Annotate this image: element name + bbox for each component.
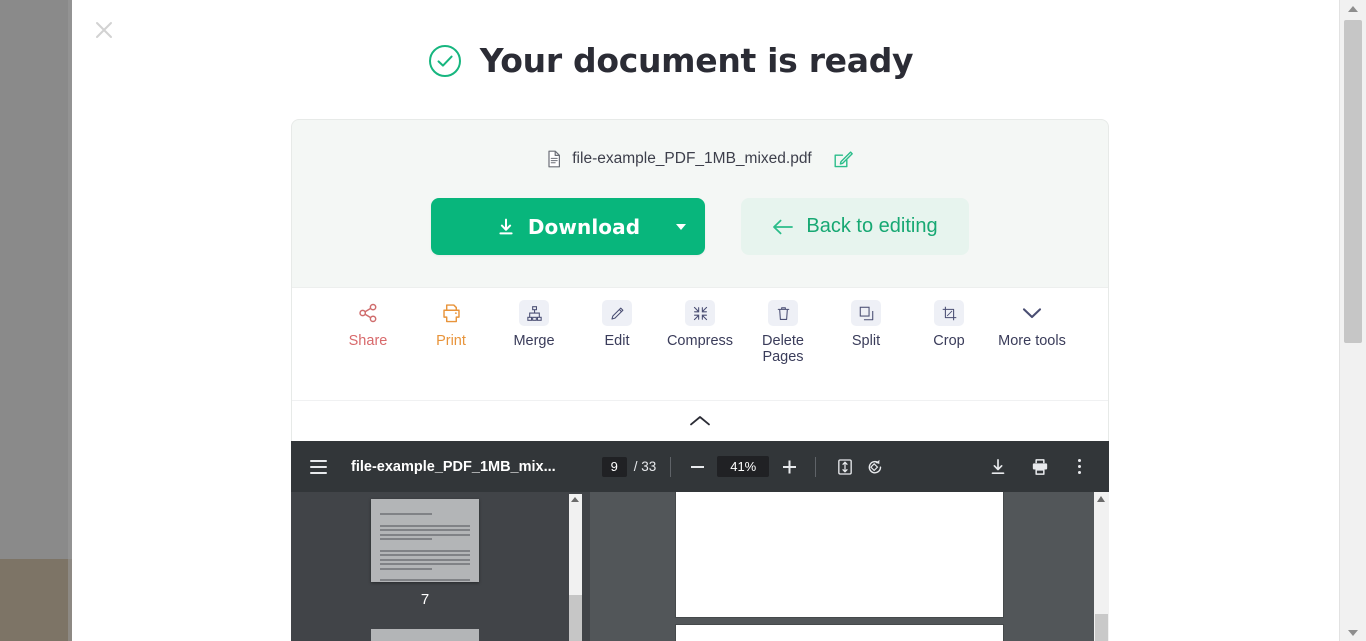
scroll-up-button[interactable] [1340,0,1366,17]
printer-icon[interactable] [1025,452,1055,482]
tool-delete-pages-label: Delete Pages [742,333,825,365]
tool-merge-label: Merge [513,333,554,349]
zoom-level-input[interactable]: 41% [717,456,769,477]
page-total-label: / 33 [634,459,657,474]
file-name-label: file-example_PDF_1MB_mixed.pdf [572,150,812,168]
thumbnail-text-lines [380,513,470,582]
tool-more-tools-label: More tools [998,333,1066,349]
hamburger-menu-icon[interactable] [303,452,333,482]
tool-edit[interactable]: Edit [576,300,659,349]
rotate-icon[interactable] [860,452,890,482]
trash-icon [768,300,798,326]
scroll-up-icon [571,497,579,502]
background-left-panel [0,0,72,559]
download-icon[interactable] [983,452,1013,482]
scroll-down-icon [1348,630,1358,636]
crop-icon [934,300,964,326]
pdf-toolbar: file-example_PDF_1MB_mix... 9 / 33 41% [291,441,1109,492]
pdf-toolbar-right [983,452,1091,482]
pdf-body: 7 [291,492,1109,641]
merge-icon [519,300,549,326]
tool-print[interactable]: Print [410,300,493,349]
download-button[interactable]: Download [431,198,705,255]
tools-row: Share Print [292,287,1108,400]
fit-page-icon[interactable] [830,452,860,482]
close-icon [93,19,115,41]
tool-merge[interactable]: Merge [493,300,576,349]
pdf-page-pane [590,492,1109,641]
scroll-up-icon [1097,496,1105,502]
toolbar-divider [670,457,671,477]
pencil-edit-icon[interactable] [832,148,854,170]
background-left-tan-block [0,559,72,641]
app-root: Your document is ready file-example_PDF_… [0,0,1366,641]
back-to-editing-label: Back to editing [806,215,937,238]
chevron-up-icon [687,414,713,433]
kebab-menu-icon[interactable] [1067,455,1091,479]
back-to-editing-button[interactable]: Back to editing [741,198,969,255]
arrow-left-icon [772,218,794,236]
primary-actions-row: Download Back to editing [292,198,1108,287]
thumbnail-scrollbar[interactable] [569,494,582,641]
browser-scrollbar[interactable] [1339,0,1366,641]
zoom-in-button[interactable] [777,455,801,479]
collapse-panel-button[interactable] [292,400,1108,445]
tool-edit-label: Edit [605,333,630,349]
download-button-label: Download [528,215,640,239]
file-name-row: file-example_PDF_1MB_mixed.pdf [292,142,1108,176]
pdf-file-title: file-example_PDF_1MB_mix... [351,459,556,475]
chevron-down-icon [1017,300,1047,326]
pdf-page [676,492,1003,617]
printer-icon [436,300,466,326]
tool-split[interactable]: Split [825,300,908,349]
split-pages-icon [851,300,881,326]
tool-delete-pages[interactable]: Delete Pages [742,300,825,365]
page-left-edge [68,0,72,641]
browser-scroll-thumb[interactable] [1344,20,1362,343]
tool-crop-label: Crop [933,333,964,349]
tool-print-label: Print [436,333,466,349]
toolbar-divider-2 [815,457,816,477]
tool-share[interactable]: Share [327,300,410,349]
check-circle-icon [427,43,463,79]
thumbnail-scroll-thumb[interactable] [569,595,582,641]
thumbnail-page-preview [371,499,479,582]
download-icon [496,217,516,237]
scroll-up-icon [1348,6,1358,12]
result-card: file-example_PDF_1MB_mixed.pdf [291,119,1109,445]
tool-crop[interactable]: Crop [908,300,991,349]
tool-compress[interactable]: Compress [659,300,742,349]
status-heading: Your document is ready [0,41,1340,80]
share-nodes-icon [353,300,383,326]
thumbnail-item-next[interactable] [371,629,479,641]
pdf-thumbnail-pane: 7 [291,492,590,641]
scroll-down-button[interactable] [1340,624,1366,641]
document-icon [546,150,562,168]
pdf-viewer: file-example_PDF_1MB_mix... 9 / 33 41% [291,441,1109,641]
zoom-out-button[interactable] [685,455,709,479]
pdf-scroll-thumb[interactable] [1095,614,1108,641]
page-title: Your document is ready [480,41,914,80]
tool-more-tools[interactable]: More tools [991,300,1074,349]
page-number-input[interactable]: 9 [602,457,627,477]
card-top-section: file-example_PDF_1MB_mixed.pdf [292,120,1108,287]
tool-share-label: Share [349,333,388,349]
close-button[interactable] [90,16,118,44]
thumbnail-item[interactable]: 7 [371,499,479,608]
tool-compress-label: Compress [667,333,733,349]
pdf-scrollbar[interactable] [1094,492,1109,641]
pdf-page-controls: 9 / 33 [602,457,657,477]
tool-split-label: Split [852,333,880,349]
pdf-page [676,625,1003,641]
chevron-down-icon[interactable] [676,224,686,230]
thumbnail-page-number: 7 [421,591,429,608]
compress-icon [685,300,715,326]
pencil-icon [602,300,632,326]
